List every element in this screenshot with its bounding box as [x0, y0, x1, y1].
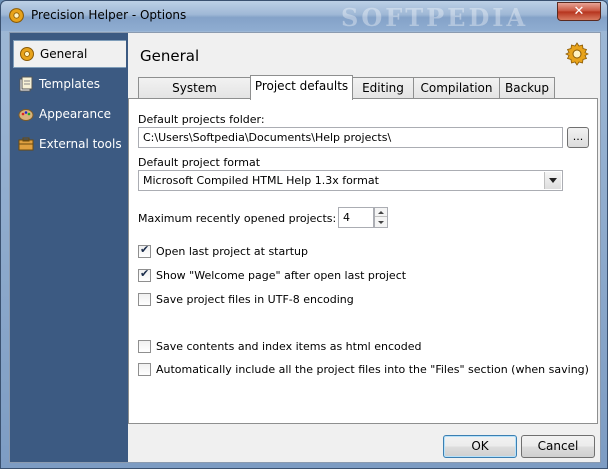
- open-last-project-checkbox[interactable]: Open last project at startup: [138, 243, 309, 259]
- checkbox-box[interactable]: [138, 340, 151, 353]
- save-utf8-checkbox[interactable]: Save project files in UTF-8 encoding: [138, 292, 354, 307]
- default-format-value: Microsoft Compiled HTML Help 1.3x format: [143, 174, 379, 187]
- app-gear-icon: [9, 8, 24, 23]
- default-folder-label: Default projects folder:: [138, 113, 265, 126]
- checkbox-label: Save project files in UTF-8 encoding: [156, 293, 354, 306]
- dialog-client: General Templates Appearance External to…: [9, 32, 601, 463]
- sidebar-item-general[interactable]: General: [13, 40, 126, 68]
- palette-icon: [18, 109, 34, 121]
- auto-include-files-checkbox[interactable]: Automatically include all the project fi…: [138, 362, 589, 377]
- sidebar-item-label: Templates: [39, 77, 101, 91]
- checkbox-box[interactable]: [138, 243, 151, 258]
- sidebar: General Templates Appearance External to…: [10, 33, 128, 462]
- checkbox-label: Open last project at startup: [156, 245, 309, 258]
- gear-icon: [565, 42, 589, 66]
- tab-system-integration[interactable]: System integration: [138, 77, 251, 115]
- checkbox-box[interactable]: [138, 267, 151, 282]
- panel-title: General: [140, 47, 200, 65]
- sidebar-item-label: Appearance: [39, 107, 112, 121]
- tab-backup[interactable]: Backup: [499, 77, 555, 99]
- chevron-down-icon[interactable]: [544, 172, 561, 189]
- tools-icon: [18, 137, 34, 151]
- recent-projects-label: Maximum recently opened projects:: [138, 212, 337, 225]
- sidebar-item-templates[interactable]: Templates: [13, 70, 126, 98]
- sidebar-item-appearance[interactable]: Appearance: [13, 100, 126, 128]
- ok-button[interactable]: OK: [443, 435, 517, 458]
- stepper-up-icon[interactable]: [375, 208, 387, 217]
- sidebar-item-label: General: [40, 47, 88, 61]
- checkbox-box[interactable]: [138, 293, 151, 306]
- sidebar-item-label: External tools: [39, 137, 122, 151]
- close-button[interactable]: ✕: [557, 2, 601, 21]
- templates-icon: [19, 76, 33, 92]
- tab-compilation[interactable]: Compilation: [413, 77, 500, 99]
- show-welcome-page-checkbox[interactable]: Show "Welcome page" after open last proj…: [138, 267, 407, 283]
- gear-icon: [20, 47, 34, 61]
- settings-panel: General System integration Project defau…: [128, 33, 600, 462]
- default-format-label: Default project format: [138, 156, 261, 169]
- checkbox-box[interactable]: [138, 363, 151, 376]
- tab-editing[interactable]: Editing: [352, 77, 414, 99]
- title-bar[interactable]: Precision Helper - Options SOFTPEDIA ✕: [1, 1, 607, 32]
- recent-projects-input[interactable]: 4: [338, 207, 374, 228]
- browse-folder-button[interactable]: ...: [567, 127, 589, 148]
- options-window: Precision Helper - Options SOFTPEDIA ✕ G…: [0, 0, 608, 469]
- checkbox-label: Show "Welcome page" after open last proj…: [156, 269, 407, 282]
- default-format-select[interactable]: Microsoft Compiled HTML Help 1.3x format: [138, 170, 563, 191]
- default-folder-input[interactable]: C:\Users\Softpedia\Documents\Help projec…: [138, 127, 563, 148]
- cancel-button[interactable]: Cancel: [521, 435, 595, 458]
- checkbox-label: Save contents and index items as html en…: [156, 340, 422, 353]
- recent-projects-stepper[interactable]: [374, 207, 388, 228]
- tab-project-defaults[interactable]: Project defaults: [250, 75, 353, 100]
- window-title: Precision Helper - Options: [31, 8, 187, 22]
- checkbox-label: Automatically include all the project fi…: [156, 363, 589, 376]
- tab-content-project-defaults: Default projects folder: C:\Users\Softpe…: [128, 98, 598, 424]
- save-html-encoded-checkbox[interactable]: Save contents and index items as html en…: [138, 339, 421, 354]
- sidebar-item-external-tools[interactable]: External tools: [13, 130, 126, 158]
- stepper-down-icon[interactable]: [375, 218, 387, 227]
- watermark: SOFTPEDIA: [341, 3, 529, 32]
